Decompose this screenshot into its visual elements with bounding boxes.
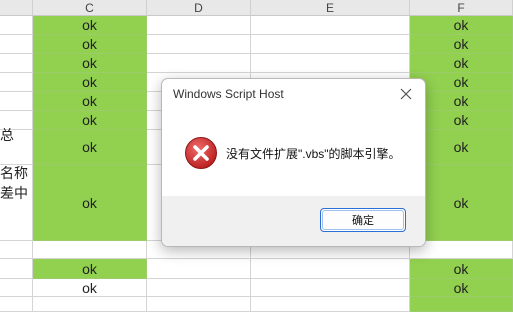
cell-b[interactable] [0,54,33,73]
cell-c[interactable] [33,297,147,312]
cell-f[interactable] [410,241,513,259]
cell-d[interactable] [147,54,251,73]
cell-b[interactable] [0,279,33,297]
cell-e[interactable] [251,259,410,279]
cell-c[interactable]: ok [33,259,147,279]
cell-c[interactable]: ok [33,54,147,73]
cell-text-fragment: 总 [0,127,14,143]
cell-c[interactable]: ok [33,35,147,54]
cell-f[interactable]: ok [410,35,513,54]
cell-e[interactable] [251,297,410,312]
cell-d[interactable] [147,16,251,35]
cell-d[interactable] [147,259,251,279]
cell-e[interactable] [251,16,410,35]
cell-b[interactable] [0,35,33,54]
cell-b[interactable] [0,259,33,279]
cell-c[interactable]: ok [33,111,147,130]
cell-c[interactable]: ok [33,16,147,35]
cell-d[interactable] [147,279,251,297]
cell-e[interactable] [251,35,410,54]
cell-f[interactable] [410,297,513,312]
cell-b[interactable] [0,92,33,111]
cell-f[interactable]: ok [410,16,513,35]
cell-c[interactable]: ok [33,279,147,297]
cell-f[interactable]: ok [410,279,513,297]
cell-c[interactable]: ok [33,165,147,241]
cell-e[interactable] [251,279,410,297]
error-dialog: Windows Script Host 没有文件扩展".vbs"的脚本引擎。 确… [161,78,426,247]
cell-b[interactable] [0,241,33,259]
cell-e[interactable] [251,54,410,73]
cell-c[interactable]: ok [33,92,147,111]
cell-b[interactable] [0,73,33,92]
cell-c[interactable]: ok [33,130,147,165]
cell-f[interactable]: ok [410,259,513,279]
cell-text-fragment: 差中 [0,185,28,201]
dialog-body: 没有文件扩展".vbs"的脚本引擎。 [162,109,425,196]
dialog-message: 没有文件扩展".vbs"的脚本引擎。 [226,147,401,161]
cell-text-fragment: 名称 [0,165,28,181]
column-header-b[interactable] [0,0,33,16]
column-header-f[interactable]: F [410,0,513,16]
dialog-title: Windows Script Host [173,87,284,101]
cell-b[interactable] [0,297,33,312]
cell-c[interactable] [33,241,147,259]
error-icon [184,136,218,170]
cell-d[interactable] [147,35,251,54]
close-icon[interactable] [395,84,417,104]
dialog-footer: 确定 [162,196,425,246]
column-header-e[interactable]: E [251,0,410,16]
cell-f[interactable]: ok [410,54,513,73]
cell-d[interactable] [147,297,251,312]
cell-c[interactable]: ok [33,73,147,92]
cell-b[interactable] [0,16,33,35]
column-header-d[interactable]: D [147,0,251,16]
ok-button[interactable]: 确定 [320,208,406,232]
column-header-c[interactable]: C [33,0,147,16]
